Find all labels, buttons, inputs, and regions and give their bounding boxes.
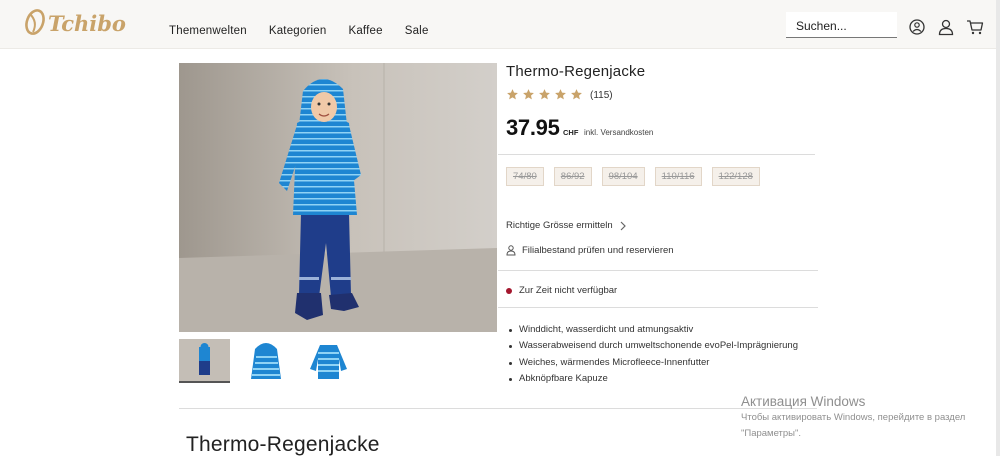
nav-sale[interactable]: Sale xyxy=(405,25,429,37)
thumbnail-jacket-hood-image xyxy=(241,339,292,383)
thumbnail-jacket-image xyxy=(303,339,354,383)
shipping-note: inkl. Versandkosten xyxy=(584,128,654,137)
main-nav: Themenwelten Kategorien Kaffee Sale xyxy=(169,25,429,37)
watermark-line: "Параметры". xyxy=(741,428,802,439)
size-finder-link[interactable]: Richtige Grösse ermitteln xyxy=(506,220,627,231)
nav-kategorien[interactable]: Kategorien xyxy=(269,25,327,37)
availability-status: Zur Zeit nicht verfügbar xyxy=(506,285,617,296)
size-option-74-80[interactable]: 74/80 xyxy=(506,167,544,186)
star-icon xyxy=(507,89,518,100)
logo-wordmark: Tchibo xyxy=(48,11,126,36)
feature-list: Winddicht, wasserdicht und atmungsaktiv … xyxy=(509,322,798,387)
availability-text: Zur Zeit nicht verfügbar xyxy=(519,285,618,296)
divider xyxy=(498,270,818,271)
size-option-122-128[interactable]: 122/128 xyxy=(711,167,760,186)
star-icon xyxy=(571,89,582,100)
feature-item: Wasserabweisend durch umweltschonende ev… xyxy=(509,338,798,354)
feature-item: Weiches, wärmendes Microfleece-Innenfutt… xyxy=(509,355,798,371)
thumbnail-2[interactable] xyxy=(241,339,292,383)
size-option-86-92[interactable]: 86/92 xyxy=(553,167,592,186)
thumbnail-1[interactable] xyxy=(179,339,230,383)
price-currency: CHF xyxy=(563,128,579,137)
rating-count[interactable]: (115) xyxy=(590,90,613,101)
store-locator-icon[interactable] xyxy=(908,18,926,36)
watermark-title: Активация Windows xyxy=(741,394,866,409)
site-header: Tchibo Themenwelten Kategorien Kaffee Sa… xyxy=(0,0,1000,49)
feature-item: Winddicht, wasserdicht und atmungsaktiv xyxy=(509,322,798,338)
tchibo-logo[interactable]: Tchibo xyxy=(24,4,136,40)
divider xyxy=(498,307,818,308)
star-icon xyxy=(555,89,566,100)
store-person-icon xyxy=(506,245,516,256)
nav-themenwelten[interactable]: Themenwelten xyxy=(169,25,247,37)
size-option-98-104[interactable]: 98/104 xyxy=(601,167,645,186)
size-option-110-116[interactable]: 110/116 xyxy=(654,167,702,186)
size-finder-label: Richtige Grösse ermitteln xyxy=(506,220,613,231)
product-title: Thermo-Regenjacke xyxy=(506,63,646,80)
nav-kaffee[interactable]: Kaffee xyxy=(348,25,382,37)
page-scrollbar[interactable] xyxy=(996,0,1000,456)
watermark-line: Чтобы активировать Windows, перейдите в … xyxy=(741,412,966,423)
divider xyxy=(498,154,815,155)
star-icon xyxy=(539,89,550,100)
star-icon xyxy=(523,89,534,100)
section-divider xyxy=(179,408,817,409)
chevron-right-icon xyxy=(620,221,626,230)
thumbnail-child-image xyxy=(179,339,230,381)
search-input[interactable]: Suchen... xyxy=(786,12,897,38)
account-icon[interactable] xyxy=(937,18,955,36)
description-section-title: Thermo-Regenjacke xyxy=(186,433,380,456)
unavailable-dot-icon xyxy=(506,287,512,294)
feature-item: Abknöpfbare Kapuze xyxy=(509,371,798,387)
store-stock-label: Filialbestand prüfen und reservieren xyxy=(522,245,674,256)
windows-activation-watermark: Активация Windows Чтобы активировать Win… xyxy=(741,394,965,441)
product-photo-child-in-rain-jacket xyxy=(179,63,497,332)
thumbnail-3[interactable] xyxy=(303,339,354,383)
store-stock-link[interactable]: Filialbestand prüfen und reservieren xyxy=(506,245,674,256)
product-thumbnails xyxy=(179,339,354,383)
rating-stars[interactable] xyxy=(506,88,583,101)
product-price: 37.95 xyxy=(506,115,560,140)
size-selector: 74/80 86/92 98/104 110/116 122/128 xyxy=(506,167,760,186)
cart-icon[interactable] xyxy=(966,18,984,36)
product-main-image[interactable] xyxy=(179,63,497,332)
